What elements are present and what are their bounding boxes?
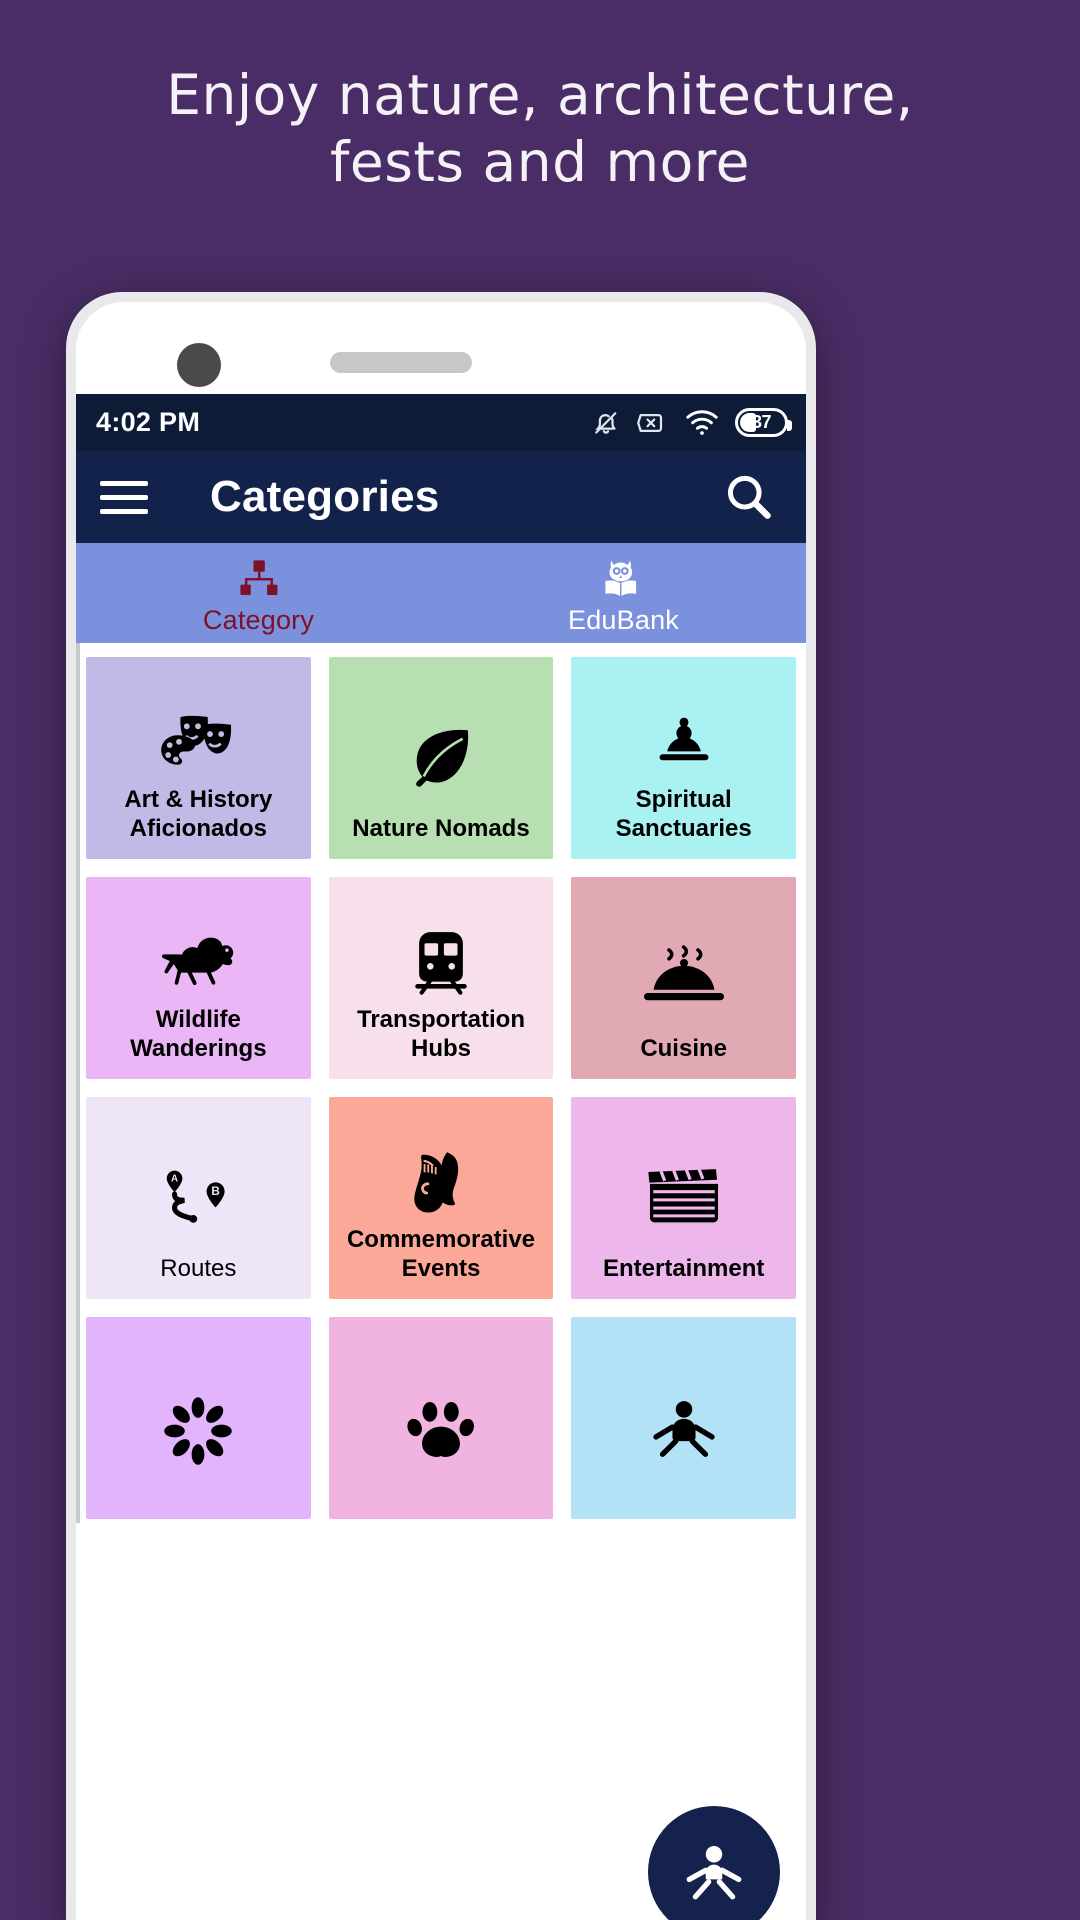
yoga-person-icon (579, 1359, 788, 1503)
battery-icon: 37 (735, 408, 792, 437)
category-card-label: Art & History Aficionados (124, 786, 273, 842)
tab-edubank[interactable]: EduBank (441, 543, 806, 643)
page-title: Categories (210, 472, 440, 521)
category-card-nature-nomads[interactable]: Nature Nomads (328, 657, 554, 859)
category-card-paw[interactable] (328, 1317, 554, 1519)
phone-mockup: 4:02 PM 37 Categories Category EduBank A… (66, 292, 816, 1920)
category-card-label: Entertainment (602, 1254, 765, 1282)
person-fab-icon[interactable] (648, 1806, 780, 1920)
hamburger-menu-icon[interactable] (100, 475, 148, 520)
category-card-label: Cuisine (640, 1034, 727, 1062)
svg-text:B: B (212, 1185, 220, 1198)
status-clock: 4:02 PM (96, 407, 201, 437)
battery-percent-label: 37 (751, 412, 772, 432)
category-grid: Art & History Aficionados Nature Nomads (86, 657, 796, 1519)
category-card-label: Commemorative Events (346, 1226, 536, 1282)
category-card-label: Spiritual Sanctuaries (615, 786, 752, 842)
train-icon (337, 919, 546, 1006)
tab-bar: Category EduBank (76, 543, 806, 643)
spartan-helmet-icon (337, 1139, 546, 1226)
lion-icon (94, 919, 303, 1006)
wifi-icon (685, 409, 719, 437)
hamburger-line (100, 494, 148, 500)
paw-print-icon (337, 1359, 546, 1503)
hamburger-line (100, 508, 148, 514)
food-cloche-icon (579, 919, 788, 1035)
category-card-wildlife-wanderings[interactable]: Wildlife Wanderings (86, 877, 311, 1079)
category-card-label: Wildlife Wanderings (130, 1006, 267, 1062)
status-icon-group: 37 (591, 408, 792, 438)
category-card-routes[interactable]: A B Routes (86, 1097, 311, 1299)
tab-label: EduBank (568, 604, 679, 635)
promo-banner: Enjoy nature, architecture, fests and mo… (0, 0, 1080, 300)
buddha-icon (579, 699, 788, 786)
category-card-transportation-hubs[interactable]: Transportation Hubs (328, 877, 554, 1079)
theater-masks-palette-icon (94, 699, 303, 786)
category-card-art-history[interactable]: Art & History Aficionados (86, 657, 311, 859)
category-card-entertainment[interactable]: Entertainment (571, 1097, 796, 1299)
phone-screen: 4:02 PM 37 Categories Category EduBank A… (76, 302, 806, 1920)
search-icon[interactable] (722, 471, 774, 523)
category-card-spiritual-sanctuaries[interactable]: Spiritual Sanctuaries (571, 657, 796, 859)
route-a-b-icon: A B (94, 1139, 303, 1255)
hamburger-line (100, 480, 148, 486)
tab-label: Category (202, 604, 315, 635)
category-grid-container[interactable]: Art & History Aficionados Nature Nomads (76, 643, 806, 1920)
app-bar: Categories (76, 451, 806, 543)
category-card-cuisine[interactable]: Cuisine (571, 877, 796, 1079)
category-card-label: Transportation Hubs (356, 1006, 525, 1062)
status-bar: 4:02 PM 37 (76, 394, 806, 451)
bell-muted-icon (591, 408, 621, 438)
svg-text:A: A (171, 1173, 178, 1184)
owl-book-icon (599, 557, 649, 601)
category-card-flower[interactable] (86, 1317, 311, 1519)
category-card-label: Routes (160, 1254, 237, 1282)
tab-category[interactable]: Category (76, 543, 441, 643)
category-card-commemorative-events[interactable]: Commemorative Events (328, 1097, 554, 1299)
promo-headline: Enjoy nature, architecture, fests and mo… (166, 63, 914, 195)
sim-card-off-icon (637, 408, 669, 438)
clapperboard-icon (579, 1139, 788, 1255)
front-camera-icon (177, 343, 221, 387)
category-card-label: Nature Nomads (352, 814, 530, 842)
category-card-yoga[interactable] (571, 1317, 796, 1519)
scroll-indicator[interactable] (76, 643, 80, 1523)
flower-icon (94, 1359, 303, 1503)
leaf-icon (337, 699, 546, 815)
phone-bezel (76, 302, 806, 394)
earpiece-speaker (330, 352, 472, 373)
sitemap-icon (237, 557, 281, 601)
